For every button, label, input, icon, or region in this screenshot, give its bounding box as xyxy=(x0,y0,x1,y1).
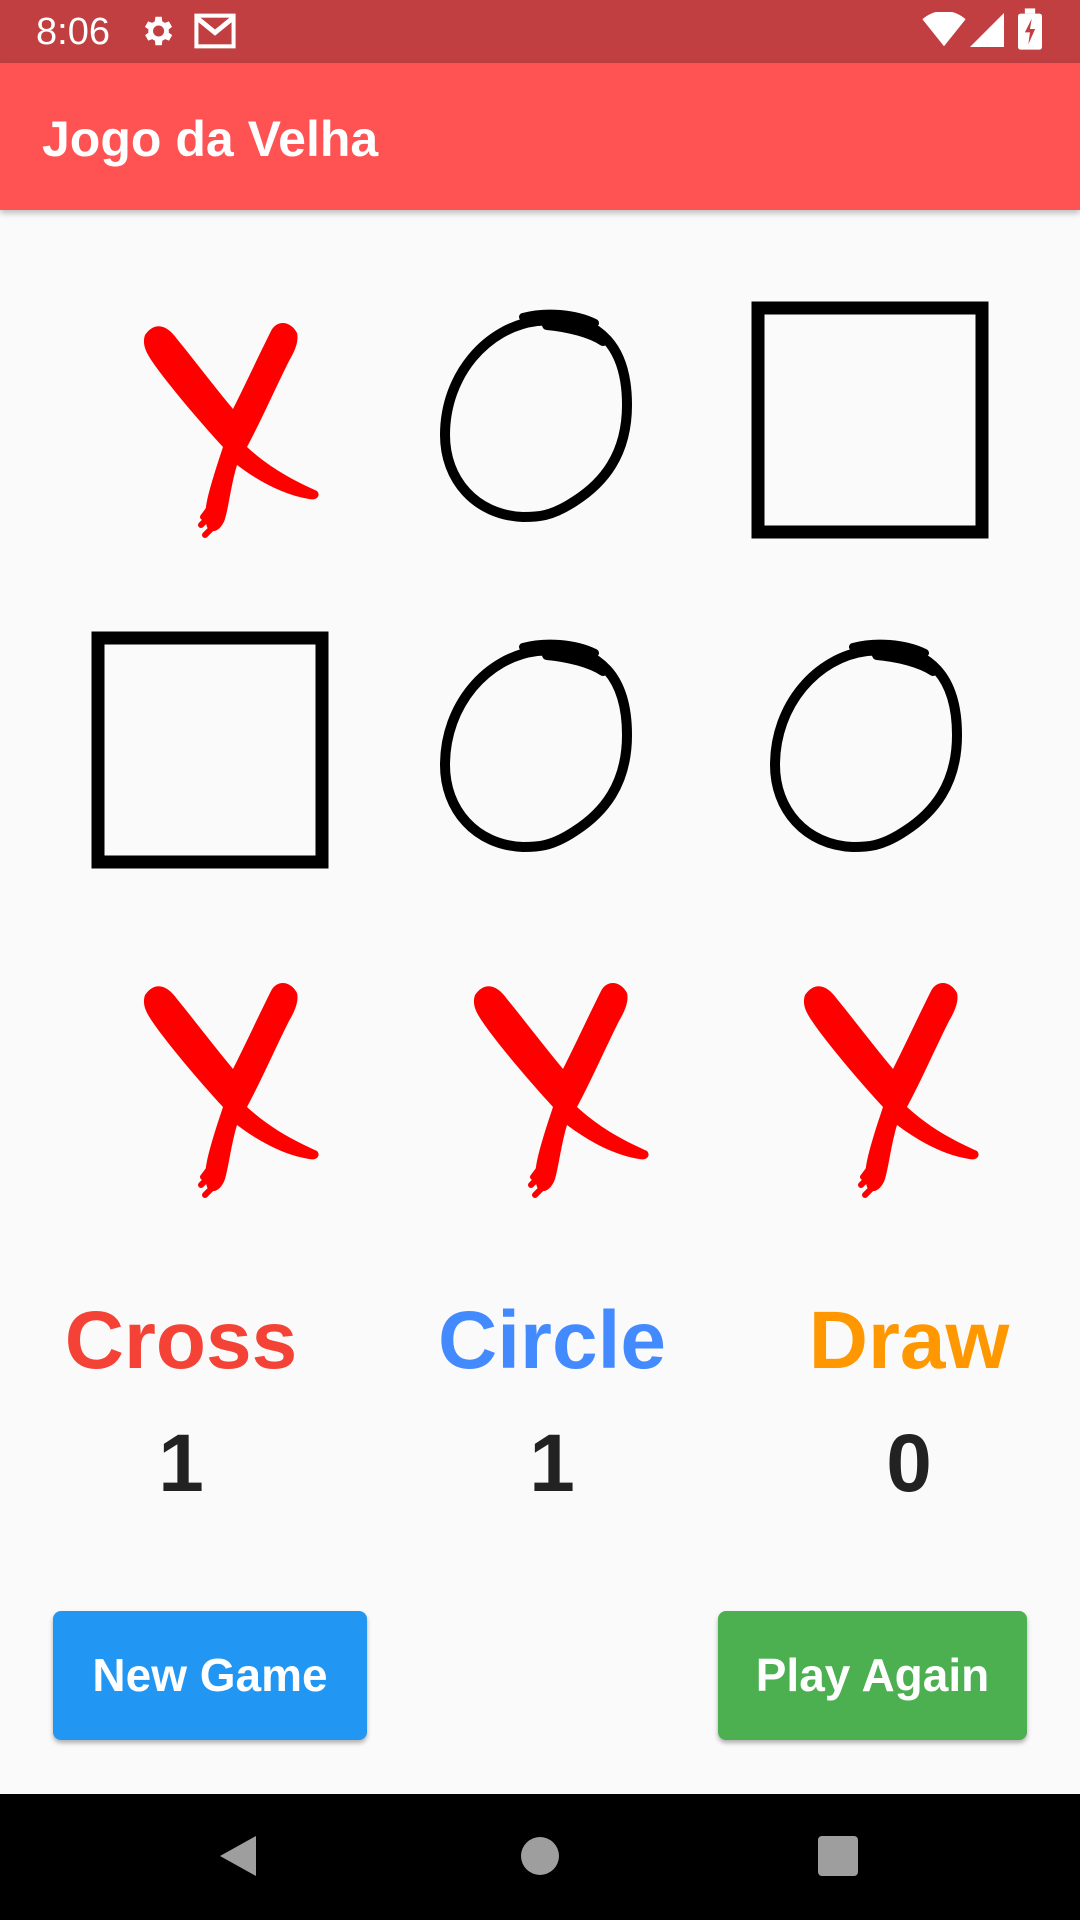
cross-mark-icon xyxy=(473,982,649,1198)
board-cell-1[interactable] xyxy=(85,295,335,545)
signal-icon xyxy=(970,12,1004,53)
board-cell-8[interactable] xyxy=(415,955,665,1205)
back-icon[interactable] xyxy=(216,1832,260,1885)
cross-mark-icon xyxy=(143,982,319,1198)
board-cell-4[interactable] xyxy=(85,625,335,875)
circle-score-value: 1 xyxy=(529,1418,575,1509)
status-bar: 8:06 xyxy=(0,0,1080,63)
new-game-button[interactable]: New Game xyxy=(53,1611,367,1740)
cross-score-value: 1 xyxy=(158,1418,204,1509)
board-cell-9[interactable] xyxy=(745,955,995,1205)
circle-mark-icon xyxy=(440,309,632,522)
home-icon[interactable] xyxy=(520,1836,560,1881)
gear-icon xyxy=(138,12,176,55)
cross-score-label: Cross xyxy=(64,1295,298,1386)
board-cell-6[interactable] xyxy=(745,625,995,875)
draw-score-label: Draw xyxy=(808,1295,1010,1386)
app-title: Jogo da Velha xyxy=(42,111,379,167)
board-cell-2[interactable] xyxy=(415,295,665,545)
board-cell-3[interactable] xyxy=(745,295,995,545)
draw-score-value: 0 xyxy=(886,1418,932,1509)
circle-mark-icon xyxy=(440,639,632,852)
cross-mark-icon xyxy=(143,322,319,538)
board-cell-5[interactable] xyxy=(415,625,665,875)
navigation-bar xyxy=(0,1794,1080,1920)
empty-cell-box xyxy=(751,301,989,539)
board-cell-7[interactable] xyxy=(85,955,335,1205)
gmail-icon xyxy=(194,12,236,55)
empty-cell-box xyxy=(91,631,329,869)
circle-mark-icon xyxy=(770,639,962,852)
recents-icon[interactable] xyxy=(818,1836,858,1881)
battery-charging-icon xyxy=(1018,8,1042,55)
app-bar: Jogo da Velha xyxy=(0,63,1080,210)
cross-mark-icon xyxy=(803,982,979,1198)
status-time: 8:06 xyxy=(36,11,110,53)
wifi-icon xyxy=(922,10,966,53)
play-again-button[interactable]: Play Again xyxy=(718,1611,1027,1740)
circle-score-label: Circle xyxy=(438,1295,666,1386)
